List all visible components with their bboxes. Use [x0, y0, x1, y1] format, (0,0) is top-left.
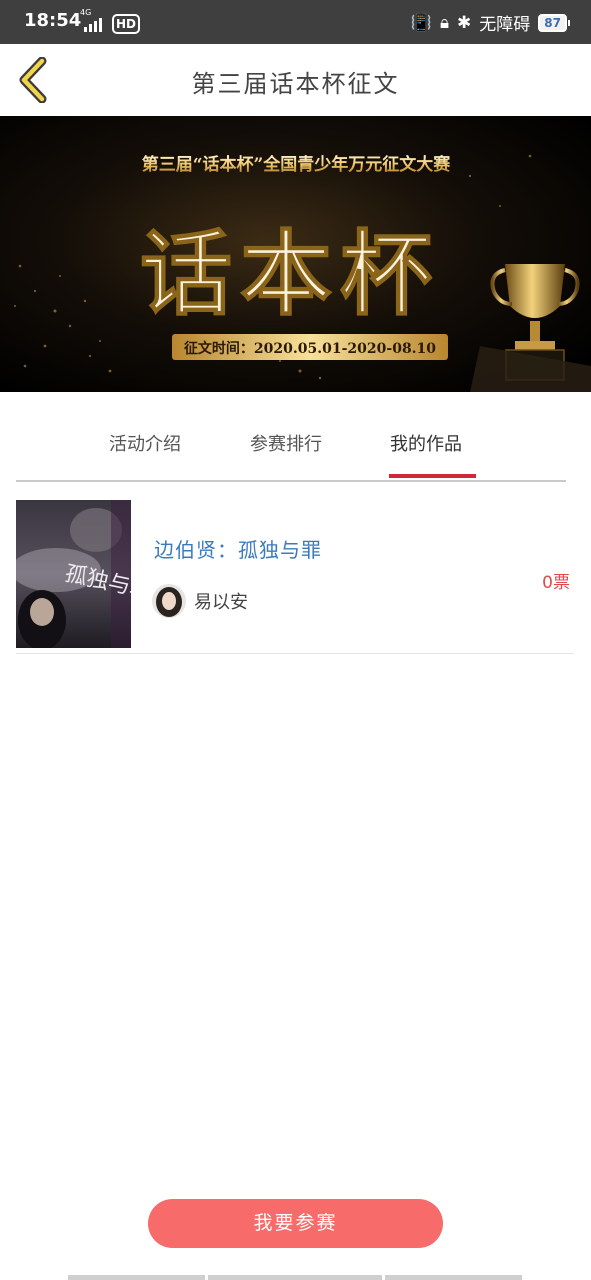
avatar	[152, 584, 186, 618]
bottom-indicator	[385, 1275, 522, 1280]
nav-bar: 第三届话本杯征文	[0, 44, 591, 116]
status-bar: 18:54 4G HD 📳 🔒︎ ✱ 无障碍 87	[0, 0, 591, 44]
active-tab-indicator	[389, 474, 476, 478]
join-contest-button[interactable]: 我要参赛	[148, 1199, 443, 1248]
banner-logo: 话本杯	[140, 220, 440, 328]
tab-bar: 活动介绍 参赛排行 我的作品	[16, 418, 566, 482]
tab-activity-intro[interactable]: 活动介绍	[109, 430, 181, 456]
bottom-indicator	[208, 1275, 382, 1280]
lock-icon: 🔒︎	[440, 12, 450, 33]
network-type: 4G	[80, 8, 92, 17]
hd-badge: HD	[112, 14, 141, 34]
page-title: 第三届话本杯征文	[191, 70, 400, 98]
battery-indicator: 87	[538, 13, 570, 32]
banner-subtitle: 第三届“话本杯”全国青少年万元征文大赛	[142, 154, 452, 175]
accessibility-label: 无障碍	[479, 15, 531, 35]
status-time: 18:54	[24, 10, 82, 31]
book-cover: 孤独与罪	[16, 500, 131, 648]
tab-ranking[interactable]: 参赛排行	[250, 430, 322, 456]
work-title[interactable]: 边伯贤：孤独与罪	[154, 534, 322, 563]
banner-period: 征文时间：2020.05.01-2020-08.10	[184, 340, 436, 357]
bluetooth-icon: ✱	[457, 12, 472, 33]
author-name: 易以安	[194, 592, 248, 613]
work-list-item[interactable]: 孤独与罪 边伯贤：孤独与罪 易以安 0票	[16, 500, 574, 654]
signal-icon	[84, 18, 102, 32]
bottom-indicator	[68, 1275, 205, 1280]
tab-my-works[interactable]: 我的作品	[390, 430, 462, 456]
vibrate-icon: 📳	[410, 12, 432, 33]
contest-banner: 第三届“话本杯”全国青少年万元征文大赛 话本杯 征文时间：2020.05.01-…	[0, 116, 591, 392]
vote-count: 0票	[542, 573, 570, 593]
